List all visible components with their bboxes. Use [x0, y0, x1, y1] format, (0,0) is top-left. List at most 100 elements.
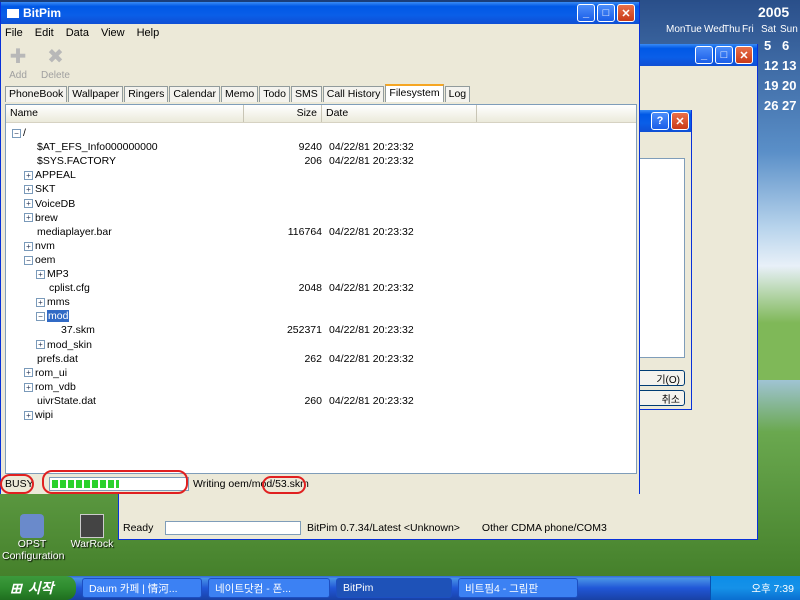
tree-row[interactable]: + brew — [6, 212, 638, 226]
expander-icon[interactable]: + — [24, 368, 33, 378]
tree-row[interactable]: cplist.cfg 2048 04/22/81 20:23:32 — [6, 282, 638, 296]
tree-row[interactable]: − mod — [6, 310, 638, 324]
tree-row[interactable]: mediaplayer.bar 116764 04/22/81 20:23:32 — [6, 226, 638, 240]
tab-phonebook[interactable]: PhoneBook — [5, 86, 68, 102]
tab-call-history[interactable]: Call History — [322, 86, 385, 102]
menu-item-edit[interactable]: Edit — [35, 27, 54, 39]
column-name[interactable]: Name — [6, 105, 244, 122]
tree-row[interactable]: + rom_vdb — [6, 381, 638, 395]
expander-icon[interactable]: − — [36, 312, 45, 322]
taskbar-item[interactable]: 네이트닷컴 - 폰... — [208, 578, 330, 598]
close-icon[interactable]: ✕ — [617, 4, 635, 22]
expander-icon[interactable]: − — [12, 128, 21, 138]
tree-item-date: 04/22/81 20:23:32 — [329, 394, 414, 407]
expander-icon[interactable]: + — [24, 199, 33, 209]
tree-item-name: $SYS.FACTORY — [37, 155, 116, 168]
menu-item-data[interactable]: Data — [66, 27, 89, 39]
expander-icon[interactable]: + — [24, 382, 33, 392]
calendar-date: 27 — [782, 98, 797, 113]
desktop-icon-opst[interactable]: OPST Configuration — [2, 514, 64, 562]
tree-item-size: 9240 — [298, 141, 322, 154]
taskbar-item[interactable]: Daum 카페 | 情河... — [82, 578, 202, 598]
column-date[interactable]: Date — [322, 105, 477, 122]
tree-item-name: rom_vdb — [35, 380, 76, 393]
menu-item-file[interactable]: File — [5, 27, 23, 39]
tree-row[interactable]: $AT_EFS_Info000000000 9240 04/22/81 20:23:… — [6, 141, 638, 155]
tree-row[interactable]: prefs.dat 262 04/22/81 20:23:32 — [6, 353, 638, 367]
calendar-day-fri: Fri — [742, 24, 754, 35]
tree-row[interactable]: + MP3 — [6, 268, 638, 282]
taskbar-item[interactable]: 비트핌4 - 그림판 — [458, 578, 578, 598]
tab-sms[interactable]: SMS — [290, 86, 322, 102]
desktop: 2005 Mon Tue Wed Thu Fri Sat Sun 5 6 12 13 19 20 26 2… — [0, 0, 800, 600]
tab-log[interactable]: Log — [444, 86, 471, 102]
tree-item-name: APPEAL — [35, 169, 76, 182]
tree-row[interactable]: $SYS.FACTORY 206 04/22/81 20:23:32 — [6, 155, 638, 169]
tab-ringers[interactable]: Ringers — [124, 86, 169, 102]
tree-row[interactable]: + VoiceDB — [6, 198, 638, 212]
menu-item-help[interactable]: Help — [137, 27, 160, 39]
expander-icon[interactable]: + — [24, 410, 33, 420]
tree-item-size: 2048 — [298, 282, 322, 295]
tree-row[interactable]: + SKT — [6, 183, 638, 197]
maximize-icon[interactable]: □ — [597, 4, 615, 22]
tree-item-name: / — [23, 127, 26, 139]
tree-item-name: wipi — [35, 409, 54, 421]
desktop-icon-warrock[interactable]: WarRock — [66, 514, 118, 550]
dialog-ok-button[interactable]: 기(O) — [635, 370, 685, 386]
tree-row[interactable]: + rom_ui — [6, 367, 638, 381]
calendar-date: 6 — [782, 38, 790, 53]
calendar-day-sun: Sun — [780, 24, 798, 35]
tab-wallpaper[interactable]: Wallpaper — [68, 86, 124, 102]
tree-row[interactable]: + wipi — [6, 409, 638, 423]
tree-item-date: 04/22/81 20:23:32 — [329, 282, 414, 295]
status-message: Writing oem/mod/53.skm — [193, 478, 309, 490]
close-icon[interactable]: ✕ — [735, 46, 753, 64]
tree-item-name: 37.skm — [61, 324, 95, 337]
expander-icon[interactable]: + — [24, 213, 33, 223]
expander-icon[interactable]: + — [36, 297, 45, 307]
add-button[interactable]: ✚ Add — [7, 42, 29, 84]
dialog-cancel-button[interactable]: 취소 — [635, 390, 685, 406]
dialog-close-icon[interactable]: ✕ — [671, 112, 689, 130]
tab-calendar[interactable]: Calendar — [169, 86, 220, 102]
tree-row[interactable]: + APPEAL — [6, 169, 638, 183]
menu-item-view[interactable]: View — [101, 27, 125, 39]
tree-row[interactable]: + mms — [6, 296, 638, 310]
tree-row[interactable]: + mod_skin — [6, 339, 638, 353]
tree-row[interactable]: + nvm — [6, 240, 638, 254]
tab-memo[interactable]: Memo — [221, 86, 259, 102]
expander-icon[interactable]: + — [36, 269, 45, 279]
help-icon[interactable]: ? — [651, 112, 669, 130]
tab-filesystem[interactable]: Filesystem — [385, 84, 444, 102]
minimize-icon[interactable]: _ — [695, 46, 713, 64]
calendar-day-thu: Thu — [723, 24, 741, 35]
expander-icon[interactable]: + — [24, 185, 33, 195]
expander-icon[interactable]: + — [24, 171, 33, 181]
column-size[interactable]: Size — [244, 105, 322, 122]
tree-row[interactable]: − oem — [6, 254, 638, 268]
start-button[interactable]: ⊞ 시작 — [0, 576, 76, 600]
tree-row[interactable]: 37.skm 252371 04/22/81 20:23:32 — [6, 324, 638, 338]
expander-icon[interactable]: + — [24, 241, 33, 251]
tree-item-size: 262 — [304, 352, 322, 365]
tree-item-name: oem — [35, 253, 56, 266]
back-progress-bar — [165, 521, 301, 535]
taskbar-item[interactable]: BitPim — [336, 578, 452, 598]
tree-item-name: mod_skin — [47, 338, 92, 351]
add-icon: ✚ — [9, 46, 27, 68]
tree-row[interactable]: − / — [6, 127, 638, 141]
main-bitpim-window: BitPim _ □ ✕ File Edit Data View Help ✚ Add … — [0, 2, 640, 494]
main-statusbar: BUSY Writing oem/mod/53.skm — [1, 474, 639, 494]
back-statusbar: Ready BitPim 0.7.34/Latest <Unknown> Oth… — [119, 518, 757, 538]
expander-icon[interactable]: − — [24, 255, 33, 265]
calendar-day-wed: Wed — [704, 24, 725, 35]
delete-button[interactable]: ✖ Delete — [41, 42, 70, 84]
expander-icon[interactable]: + — [36, 340, 45, 350]
tab-todo[interactable]: Todo — [259, 86, 290, 102]
column-header: Name Size Date — [6, 105, 636, 123]
minimize-icon[interactable]: _ — [577, 4, 595, 22]
maximize-icon[interactable]: □ — [715, 46, 733, 64]
toolbar: ✚ Add ✖ Delete — [1, 42, 639, 84]
tree-row[interactable]: uivrState.dat 260 04/22/81 20:23:32 — [6, 395, 638, 409]
